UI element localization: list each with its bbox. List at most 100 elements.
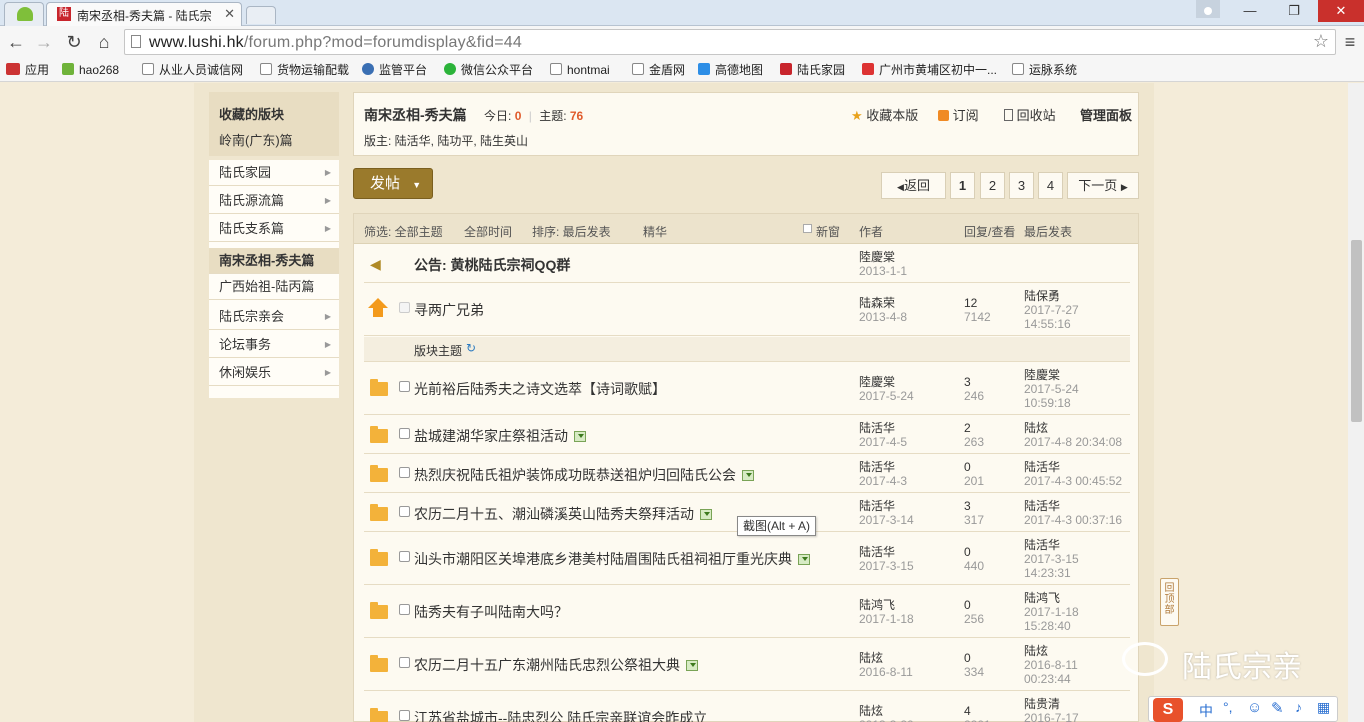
favorite-item[interactable]: 岭南(广东)篇 xyxy=(219,130,293,149)
filter-sort[interactable]: 排序: 最后发表 xyxy=(532,223,611,240)
grid-icon[interactable]: ▦ xyxy=(1317,699,1330,716)
thread-title[interactable]: 江苏省盐城市--陆忠烈公 陆氏宗亲联谊会昨成立 xyxy=(414,708,707,722)
filter-digest[interactable]: 精华 xyxy=(643,223,667,240)
tab-hao[interactable] xyxy=(4,2,44,26)
bookmark-hontmai[interactable]: hontmai xyxy=(550,61,610,79)
thread-row[interactable]: 江苏省盐城市--陆忠烈公 陆氏宗亲联谊会昨成立 陆炫2013-3-20 4220… xyxy=(364,692,1130,722)
author-name[interactable]: 陆活华 xyxy=(859,545,895,559)
bookmark-jindun[interactable]: 金盾网 xyxy=(632,61,685,79)
tab-active[interactable]: 陆 南宋丞相-秀夫篇 - 陆氏宗 ✕ xyxy=(46,2,242,26)
minimize-button[interactable]: — xyxy=(1228,0,1272,22)
page-4[interactable]: 4 xyxy=(1038,172,1063,199)
address-bar[interactable]: www.lushi.hk/forum.php?mod=forumdisplay&… xyxy=(124,29,1336,55)
announcement-title[interactable]: 公告: 黄桃陆氏宗祠QQ群 xyxy=(414,255,570,275)
announcement-row[interactable]: ◀ 公告: 黄桃陆氏宗祠QQ群 陸慶棠 2013-1-1 xyxy=(364,245,1130,283)
punctuation-icon[interactable]: °, xyxy=(1223,699,1233,715)
thread-checkbox[interactable] xyxy=(399,551,410,562)
thread-checkbox[interactable] xyxy=(399,710,410,721)
new-window-checkbox[interactable] xyxy=(803,224,812,233)
last-author[interactable]: 陆活华 xyxy=(1024,460,1060,474)
author-name[interactable]: 陆活华 xyxy=(859,460,895,474)
author-name[interactable]: 陆活华 xyxy=(859,421,895,435)
bookmark-freight[interactable]: 货物运输配载 xyxy=(260,61,349,79)
nav-item-affairs[interactable]: 论坛事务 ▶ xyxy=(209,332,339,358)
last-author[interactable]: 陆活华 xyxy=(1024,538,1060,552)
back-to-top-button[interactable]: 回顶部 xyxy=(1160,578,1179,626)
thread-checkbox[interactable] xyxy=(399,604,410,615)
bookmark-credit[interactable]: 从业人员诚信网 xyxy=(142,61,243,79)
thread-title[interactable]: 光前裕后陆秀夫之诗文选萃【诗词歌赋】 xyxy=(414,379,666,399)
ime-mode[interactable]: 中 xyxy=(1199,701,1213,721)
last-author[interactable]: 陆贵清 xyxy=(1024,697,1060,711)
star-icon[interactable]: ☆ xyxy=(1313,31,1329,52)
profile-icon[interactable] xyxy=(1196,0,1220,18)
thread-row[interactable]: 光前裕后陆秀夫之诗文选萃【诗词歌赋】 陸慶棠 2017-5-24 3 246 陸慶棠… xyxy=(364,363,1130,415)
bookmark-school[interactable]: 广州市黄埔区初中一... xyxy=(862,61,997,79)
recycle-link[interactable]: 回收站 xyxy=(1004,105,1056,124)
refresh-icon[interactable]: ↻ xyxy=(466,341,476,355)
thread-title[interactable]: 农历二月十五、潮汕磷溪英山陆秀夫祭拜活动 xyxy=(414,504,712,524)
bookmark-yunmai[interactable]: 运脉系统 xyxy=(1012,61,1077,79)
bookmark-hao268[interactable]: hao268 xyxy=(62,61,119,79)
nav-item-guangxi[interactable]: 广西始祖-陆丙篇 xyxy=(209,274,339,300)
thread-title[interactable]: 农历二月十五广东潮州陆氏忠烈公祭祖大典 xyxy=(414,655,698,675)
filter-type[interactable]: 筛选: 全部主题 xyxy=(364,223,443,240)
bookmark-monitor[interactable]: 监管平台 xyxy=(362,61,427,79)
thread-checkbox[interactable] xyxy=(399,467,410,478)
bookmark-wechat[interactable]: 微信公众平台 xyxy=(444,61,533,79)
window-close-button[interactable]: ✕ xyxy=(1318,0,1364,22)
author-name[interactable]: 陸慶棠 xyxy=(859,250,895,264)
thread-title[interactable]: 热烈庆祝陆氏祖炉装饰成功既恭送祖炉归回陆氏公会 xyxy=(414,465,754,485)
author-name[interactable]: 陆活华 xyxy=(859,499,895,513)
author-name[interactable]: 陆森荣 xyxy=(859,296,895,310)
page-3[interactable]: 3 xyxy=(1009,172,1034,199)
bookmark-amap[interactable]: 高德地图 xyxy=(698,61,763,79)
nav-item-branch[interactable]: 陆氏支系篇 ▶ xyxy=(209,216,339,242)
last-author[interactable]: 陆鸿飞 xyxy=(1024,591,1060,605)
thread-row[interactable]: 汕头市潮阳区关埠港底乡港美村陆眉围陆氏祖祠祖厅重光庆典 陆活华 2017-3-15… xyxy=(364,533,1130,585)
thread-title[interactable]: 寻两广兄弟 xyxy=(414,300,484,320)
ime-toolbar[interactable]: S 中 °, ☺ ✎ ♪ ▦ xyxy=(1148,696,1338,722)
page-2[interactable]: 2 xyxy=(980,172,1005,199)
new-tab-button[interactable] xyxy=(246,6,276,24)
thread-title[interactable]: 陆秀夫有子叫陆南大吗？ xyxy=(414,602,568,622)
menu-icon[interactable]: ≡ xyxy=(1338,30,1362,54)
back-arrow-icon[interactable]: ← xyxy=(4,30,28,54)
back-button[interactable]: ◀返回 xyxy=(881,172,946,199)
favorite-forum-link[interactable]: ★ 收藏本版 xyxy=(851,105,918,124)
home-icon[interactable]: ⌂ xyxy=(92,30,116,54)
last-author[interactable]: 陸慶棠 xyxy=(1024,368,1060,382)
thread-title[interactable]: 盐城建湖华家庄祭祖活动 xyxy=(414,426,586,446)
page-1[interactable]: 1 xyxy=(950,172,975,199)
pen-icon[interactable]: ✎ xyxy=(1271,699,1284,717)
new-post-button[interactable]: 发帖 ▼ xyxy=(353,168,433,199)
thread-row[interactable]: 盐城建湖华家庄祭祖活动 陆活华 2017-4-5 2 263 陆炫 2017-4-8 … xyxy=(364,416,1130,454)
bookmark-lushi[interactable]: 陆氏家园 xyxy=(780,61,845,79)
scrollbar-thumb[interactable] xyxy=(1351,240,1362,422)
nav-item-origin[interactable]: 陆氏源流篇 ▶ xyxy=(209,188,339,214)
thread-checkbox[interactable] xyxy=(399,506,410,517)
filter-time[interactable]: 全部时间 xyxy=(464,223,512,240)
last-author[interactable]: 陆保勇 xyxy=(1024,289,1060,303)
thread-checkbox[interactable] xyxy=(399,428,410,439)
emoji-icon[interactable]: ☺ xyxy=(1247,699,1262,716)
last-author[interactable]: 陆炫 xyxy=(1024,644,1048,658)
forward-arrow-icon[interactable]: → xyxy=(32,30,56,54)
author-name[interactable]: 陸慶棠 xyxy=(859,375,895,389)
sticky-row[interactable]: 寻两广兄弟 陆森荣 2013-4-8 12 7142 陆保勇 2017-7-27 14:… xyxy=(364,284,1130,336)
author-name[interactable]: 陆炫 xyxy=(859,704,883,718)
tab-close-icon[interactable]: ✕ xyxy=(224,6,235,22)
bookmark-apps[interactable]: 应用 xyxy=(6,61,49,79)
maximize-button[interactable]: ❐ xyxy=(1272,0,1316,22)
thread-checkbox[interactable] xyxy=(399,302,410,313)
nav-item-lushi-home[interactable]: 陆氏家园 ▶ xyxy=(209,160,339,186)
admin-panel-link[interactable]: 管理面板 xyxy=(1080,105,1132,124)
thread-checkbox[interactable] xyxy=(399,381,410,392)
author-name[interactable]: 陆鸿飞 xyxy=(859,598,895,612)
thread-row[interactable]: 农历二月十五广东潮州陆氏忠烈公祭祖大典 陆炫 2016-8-11 0 334 陆炫 2… xyxy=(364,639,1130,691)
thread-title[interactable]: 汕头市潮阳区关埠港底乡港美村陆眉围陆氏祖祠祖厅重光庆典 xyxy=(414,549,810,569)
last-author[interactable]: 陆活华 xyxy=(1024,499,1060,513)
thread-row[interactable]: 热烈庆祝陆氏祖炉装饰成功既恭送祖炉归回陆氏公会 陆活华 2017-4-3 0 201… xyxy=(364,455,1130,493)
thread-row[interactable]: 陆秀夫有子叫陆南大吗？ 陆鸿飞 2017-1-18 0 256 陆鸿飞 2017-1-… xyxy=(364,586,1130,638)
last-author[interactable]: 陆炫 xyxy=(1024,421,1048,435)
